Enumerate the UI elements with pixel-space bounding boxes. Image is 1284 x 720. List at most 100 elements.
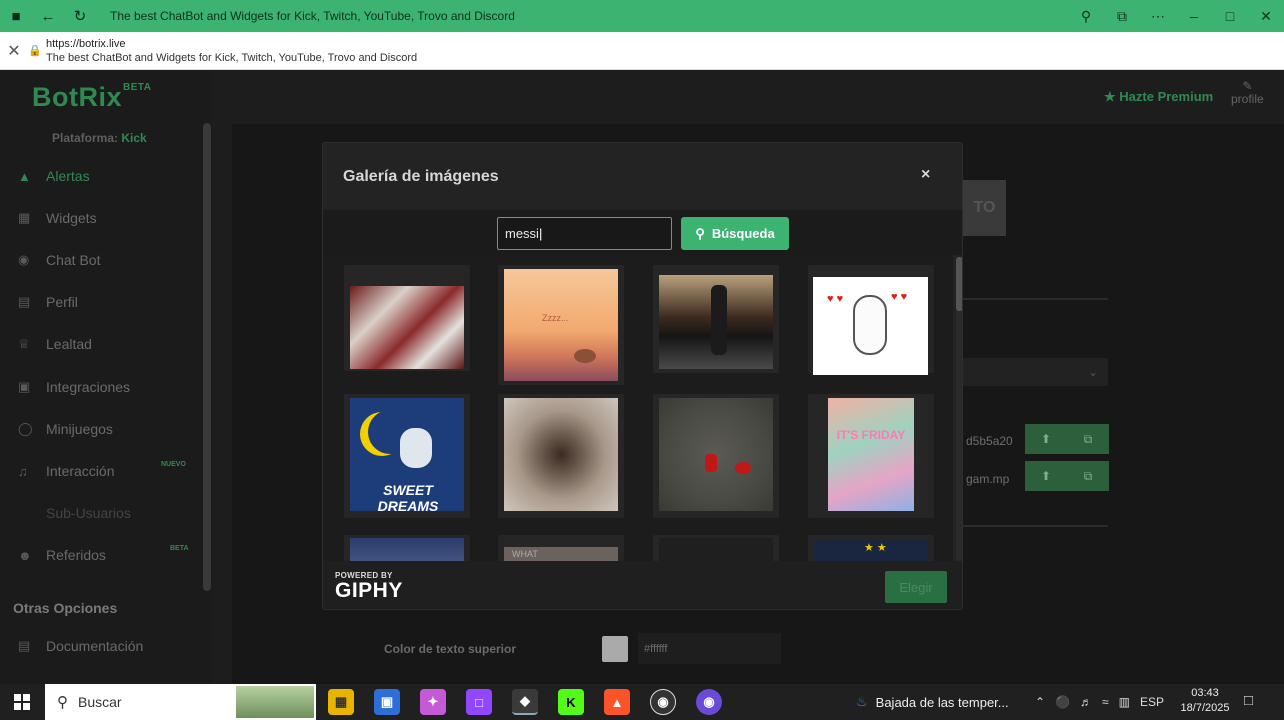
bg-select[interactable]: ⌄ bbox=[963, 358, 1108, 386]
modal-title: Galería de imágenes bbox=[343, 168, 499, 185]
close-icon[interactable]: ✕ bbox=[0, 41, 28, 61]
gallery-button-2[interactable]: ⧉ bbox=[1067, 461, 1109, 491]
color-hex-input[interactable]: #ffffff bbox=[638, 633, 781, 664]
sidebar-item-minijuegos[interactable]: ◯ Minijuegos bbox=[18, 419, 113, 439]
microphone-icon[interactable]: ⚫ bbox=[1055, 695, 1070, 709]
windows-taskbar: ⚲ Buscar ▦ ▣ ✦ □ ◆ K ▲ ◉ ◉ ♨ Bajada de la… bbox=[0, 684, 1284, 720]
obs-icon[interactable]: ◉ bbox=[650, 689, 676, 715]
search-icon: ⚲ bbox=[57, 694, 68, 711]
tab-icon[interactable]: ⧉ bbox=[1104, 8, 1140, 25]
notification-icon[interactable]: □ bbox=[1244, 692, 1253, 709]
gif-cell[interactable]: Zzzz... bbox=[498, 265, 624, 385]
input-icon[interactable]: ▥ bbox=[1119, 695, 1130, 709]
gif-search-input[interactable]: messi| bbox=[497, 217, 672, 250]
taskbar-search[interactable]: ⚲ Buscar bbox=[45, 684, 316, 720]
volume-icon[interactable]: ♬ bbox=[1080, 695, 1092, 709]
language-indicator[interactable]: ESP bbox=[1140, 695, 1164, 709]
scrollbar-thumb[interactable] bbox=[956, 257, 962, 311]
bg-hash-text: d5b5a20 bbox=[966, 434, 1013, 448]
sidebar-item-documentacion[interactable]: ▤ Documentación bbox=[18, 636, 143, 656]
url-text: https://botrix.live bbox=[46, 37, 126, 50]
sidebar-item-referidos[interactable]: ☻ Referidos bbox=[18, 545, 106, 565]
gallery-scrollbar[interactable] bbox=[956, 257, 962, 561]
weather-widget[interactable]: ♨ Bajada de las temper... bbox=[856, 684, 1009, 720]
url-block[interactable]: https://botrix.live The best ChatBot and… bbox=[46, 37, 417, 65]
hazte-premium-link[interactable]: ★ Hazte Premium bbox=[1104, 89, 1213, 105]
more-options-icon[interactable]: ⋯ bbox=[1140, 8, 1176, 25]
reload-icon[interactable]: ↻ bbox=[64, 0, 96, 32]
close-window-button[interactable]: ✕ bbox=[1248, 8, 1284, 25]
sidebar-scrollbar[interactable] bbox=[203, 123, 211, 591]
gif-image bbox=[659, 398, 773, 511]
gif-cell[interactable]: ★ ★ bbox=[808, 535, 934, 561]
sidebar-item-subusuarios[interactable]: Sub-Usuarios bbox=[18, 503, 131, 523]
warning-icon: ▲ bbox=[18, 168, 31, 184]
gif-cell[interactable]: ♥ ♥ ♥ ♥ bbox=[808, 265, 934, 375]
gif-cell[interactable] bbox=[653, 394, 779, 518]
app-active-icon[interactable]: ◆ bbox=[512, 689, 538, 715]
search-button[interactable]: ⚲ Búsqueda bbox=[681, 217, 789, 250]
bg-image-button[interactable]: TO bbox=[963, 180, 1006, 236]
gif-cell[interactable]: WHAT bbox=[498, 535, 624, 561]
minimize-button[interactable]: – bbox=[1176, 8, 1212, 24]
gif-grid: Zzzz... ♥ ♥ ♥ ♥ SWEET DREAMS IT'S FRIDAY… bbox=[323, 255, 953, 561]
file-explorer-icon[interactable]: ▦ bbox=[328, 689, 354, 715]
twitch-icon[interactable]: □ bbox=[466, 689, 492, 715]
gif-cell[interactable]: IT'S FRIDAY bbox=[808, 394, 934, 518]
integrations-icon: ▣ bbox=[18, 379, 31, 394]
browser-title-bar: ■ ← ↻ The best ChatBot and Widgets for K… bbox=[0, 0, 1284, 32]
thermometer-icon: ♨ bbox=[856, 694, 868, 709]
brave-icon[interactable]: ▲ bbox=[604, 689, 630, 715]
sidebar-item-integraciones[interactable]: ▣ Integraciones bbox=[18, 377, 130, 397]
upload-button-1[interactable]: ⬆ bbox=[1025, 424, 1067, 454]
section-title-otras: Otras Opciones bbox=[13, 600, 118, 616]
robot-icon: ◉ bbox=[18, 252, 30, 267]
chevron-up-icon[interactable]: ⌃ bbox=[1035, 695, 1045, 709]
gif-image: ★ ★ bbox=[814, 539, 928, 561]
search-highlight-image bbox=[236, 686, 314, 718]
gif-cell[interactable] bbox=[498, 394, 624, 518]
wifi-icon[interactable]: ≈ bbox=[1102, 695, 1109, 709]
system-tray: ⌃ ⚫ ♬ ≈ ▥ ESP bbox=[1030, 684, 1169, 720]
maximize-button[interactable]: □ bbox=[1212, 8, 1248, 24]
gif-cell[interactable] bbox=[653, 535, 779, 561]
profile-link[interactable]: ✎ profile bbox=[1231, 80, 1264, 106]
lock-icon: 🔒 bbox=[28, 45, 42, 57]
sidebar-item-chatbot[interactable]: ◉ Chat Bot bbox=[18, 250, 100, 270]
sidebar-item-interaccion[interactable]: ♫ Interacción bbox=[18, 461, 114, 481]
kick-icon[interactable]: K bbox=[558, 689, 584, 715]
gamepad-icon: ◯ bbox=[18, 421, 33, 436]
close-modal-button[interactable]: × bbox=[921, 166, 930, 184]
store-icon[interactable]: ▣ bbox=[374, 689, 400, 715]
zoom-icon[interactable]: ⚲ bbox=[1068, 8, 1104, 25]
nuevo-badge: NUEVO bbox=[161, 461, 186, 468]
gif-image bbox=[504, 398, 618, 511]
choose-button[interactable]: Elegir bbox=[885, 571, 947, 603]
modal-footer: POWERED BY GIPHY Elegir bbox=[323, 561, 962, 609]
sidebar-item-alertas[interactable]: ▲ Alertas bbox=[18, 166, 90, 186]
copilot-icon[interactable]: ✦ bbox=[420, 689, 446, 715]
document-icon: ▤ bbox=[18, 638, 31, 653]
clock[interactable]: 03:43 18/7/2025 bbox=[1176, 686, 1234, 716]
gif-image bbox=[659, 538, 773, 561]
gallery-button-1[interactable]: ⧉ bbox=[1067, 424, 1109, 454]
sidebar-item-perfil[interactable]: ▤ Perfil bbox=[18, 292, 78, 312]
sidebar-item-lealtad[interactable]: ♕ Lealtad bbox=[18, 334, 92, 354]
color-text-label: Color de texto superior bbox=[384, 642, 517, 656]
gif-cell[interactable] bbox=[653, 265, 779, 373]
gif-cell[interactable]: SWEET DREAMS bbox=[344, 394, 470, 518]
start-button[interactable] bbox=[0, 684, 44, 720]
windows-logo-icon bbox=[14, 694, 30, 710]
gif-image: WHAT bbox=[504, 547, 618, 561]
sidebar-item-widgets[interactable]: ▦ Widgets bbox=[18, 208, 97, 228]
upload-button-2[interactable]: ⬆ bbox=[1025, 461, 1067, 491]
back-arrow-icon[interactable]: ← bbox=[32, 0, 64, 32]
app-icon: ■ bbox=[11, 7, 21, 25]
gif-cell[interactable] bbox=[344, 535, 470, 561]
gif-cell[interactable] bbox=[344, 265, 470, 371]
chat-app-icon[interactable]: ◉ bbox=[696, 689, 722, 715]
page-title-text: The best ChatBot and Widgets for Kick, T… bbox=[46, 51, 418, 64]
color-swatch[interactable] bbox=[602, 636, 628, 662]
gif-image bbox=[659, 275, 773, 369]
botrix-logo[interactable]: BotRix BETA bbox=[32, 82, 151, 113]
